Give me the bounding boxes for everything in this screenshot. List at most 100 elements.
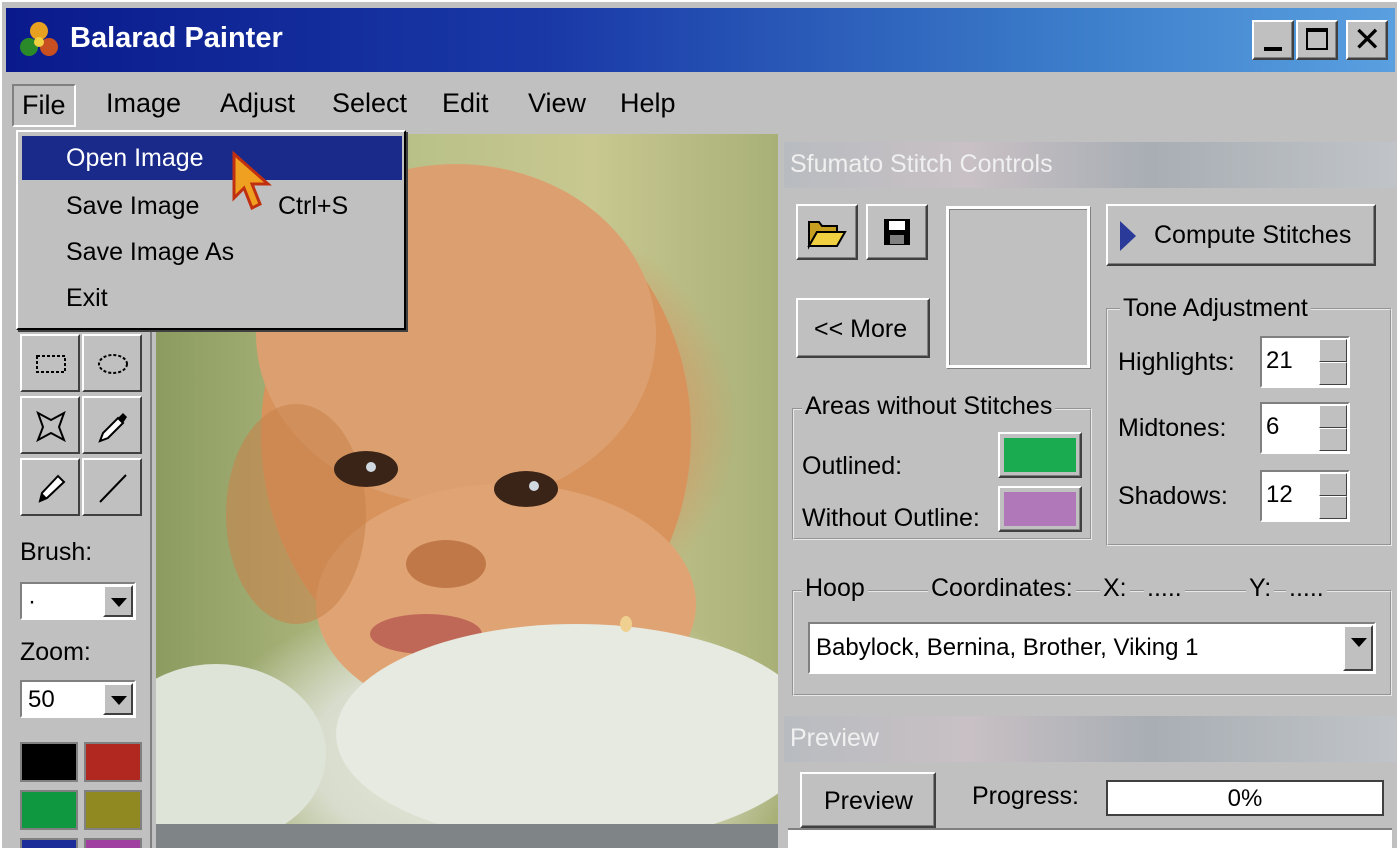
chevron-down-icon[interactable] [1343, 625, 1373, 671]
chevron-down-icon[interactable] [103, 683, 133, 715]
file-menu-dropdown: Open Image Save Image Ctrl+S Save Image … [16, 130, 406, 330]
close-button[interactable]: ✕ [1346, 20, 1388, 60]
ellipse-select-icon [98, 354, 128, 374]
floppy-disk-icon [884, 219, 910, 245]
outlined-label: Outlined: [802, 452, 903, 480]
thumbnail-preview [946, 206, 1090, 368]
save-image-as-label: Save Image As [66, 238, 235, 266]
menu-open-image[interactable]: Open Image [22, 136, 402, 180]
spin-down-icon[interactable] [1319, 496, 1347, 519]
y-label: Y: [1246, 574, 1275, 603]
hoop-select[interactable]: Babylock, Bernina, Brother, Viking 1 [808, 622, 1376, 674]
canvas-scroll-area [156, 824, 778, 848]
midtones-spinner[interactable]: 6 [1260, 402, 1350, 454]
folder-open-icon [807, 221, 847, 250]
spin-down-icon[interactable] [1319, 362, 1347, 385]
rect-select-tool[interactable] [20, 334, 80, 392]
line-tool[interactable] [82, 458, 142, 516]
brush-select[interactable]: · [20, 582, 136, 620]
mouse-cursor-icon [232, 150, 272, 211]
spin-down-icon[interactable] [1319, 428, 1347, 451]
shadows-value: 12 [1266, 481, 1293, 508]
without-outline-color-button[interactable] [998, 486, 1082, 532]
shadows-spinner[interactable]: 12 [1260, 470, 1350, 522]
menu-edit[interactable]: Edit [434, 84, 497, 123]
lasso-icon [36, 410, 66, 443]
minimize-icon [1264, 47, 1282, 51]
preview-button-label: Preview [824, 787, 913, 815]
compute-stitches-button[interactable]: Compute Stitches [1106, 204, 1376, 266]
areas-without-stitches-title: Areas without Stitches [802, 392, 1056, 421]
outlined-color-button[interactable] [998, 432, 1082, 478]
x-value: ..... [1144, 574, 1185, 603]
menu-select[interactable]: Select [324, 84, 415, 123]
eyedropper-tool[interactable] [82, 396, 142, 454]
shadows-label: Shadows: [1118, 482, 1228, 510]
coordinates-label: Coordinates: [928, 574, 1076, 603]
progress-bar: 0% [1106, 780, 1384, 816]
preview-header: Preview [784, 716, 1396, 762]
save-image-shortcut: Ctrl+S [278, 192, 349, 220]
palette-color-swatch[interactable] [20, 742, 78, 782]
maximize-button[interactable] [1296, 20, 1338, 60]
without-outline-label: Without Outline: [802, 504, 980, 532]
chevron-down-icon[interactable] [103, 585, 133, 617]
menu-bar: File Image Adjust Select Edit View Help [6, 76, 1395, 127]
title-bar[interactable]: Balarad Painter ✕ [6, 8, 1395, 72]
palette-color-swatch[interactable] [20, 790, 78, 830]
spin-up-icon[interactable] [1319, 405, 1347, 428]
zoom-label: Zoom: [20, 638, 91, 666]
brush-value: · [28, 588, 36, 615]
menu-view[interactable]: View [520, 84, 594, 123]
hoop-title: Hoop [802, 574, 868, 603]
menu-save-image-as[interactable]: Save Image As [22, 230, 402, 274]
progress-label: Progress: [972, 782, 1079, 810]
minimize-button[interactable] [1252, 20, 1294, 60]
midtones-label: Midtones: [1118, 414, 1227, 442]
menu-image[interactable]: Image [98, 84, 189, 123]
brush-label: Brush: [20, 538, 93, 566]
menu-help[interactable]: Help [612, 84, 684, 123]
spin-up-icon[interactable] [1319, 473, 1347, 496]
highlights-value: 21 [1266, 347, 1293, 374]
tone-adjustment-title: Tone Adjustment [1120, 294, 1311, 323]
ellipse-select-tool[interactable] [82, 334, 142, 392]
compute-stitches-label: Compute Stitches [1154, 221, 1352, 249]
line-icon [99, 474, 127, 503]
y-value: ..... [1286, 574, 1327, 603]
spin-up-icon[interactable] [1319, 339, 1347, 362]
outlined-color-swatch [1004, 438, 1076, 472]
menu-file[interactable]: File [12, 84, 76, 127]
palette-color-swatch[interactable] [84, 790, 142, 830]
menu-adjust[interactable]: Adjust [212, 84, 303, 123]
open-button[interactable] [796, 204, 858, 260]
app-logo-icon [20, 22, 58, 56]
highlights-label: Highlights: [1118, 348, 1235, 376]
menu-exit[interactable]: Exit [22, 276, 402, 320]
palette-color-swatch[interactable] [20, 838, 78, 848]
rect-select-icon [36, 355, 66, 373]
more-button[interactable]: << More [796, 298, 930, 358]
preview-button[interactable]: Preview [800, 772, 936, 828]
stitch-controls-panel: Sfumato Stitch Controls Compute Stitches… [780, 130, 1397, 848]
exit-label: Exit [66, 284, 108, 312]
hoop-value: Babylock, Bernina, Brother, Viking 1 [816, 634, 1199, 661]
play-triangle-icon [1120, 221, 1136, 251]
preview-area [788, 828, 1392, 848]
maximize-icon [1306, 28, 1328, 50]
app-window: Balarad Painter ✕ File Image Adjust Sele… [0, 0, 1397, 848]
save-image-label: Save Image [66, 192, 200, 220]
pencil-tool[interactable] [20, 458, 80, 516]
close-icon: ✕ [1353, 21, 1382, 59]
palette-color-swatch[interactable] [84, 742, 142, 782]
progress-text: 0% [1227, 785, 1263, 812]
stitch-controls-header: Sfumato Stitch Controls [784, 142, 1396, 188]
eyedropper-icon [98, 413, 127, 443]
highlights-spinner[interactable]: 21 [1260, 336, 1350, 388]
x-label: X: [1100, 574, 1130, 603]
menu-save-image[interactable]: Save Image Ctrl+S [22, 184, 402, 228]
save-button[interactable] [866, 204, 928, 260]
zoom-select[interactable]: 50 [20, 680, 136, 718]
palette-color-swatch[interactable] [84, 838, 142, 848]
lasso-tool[interactable] [20, 396, 80, 454]
